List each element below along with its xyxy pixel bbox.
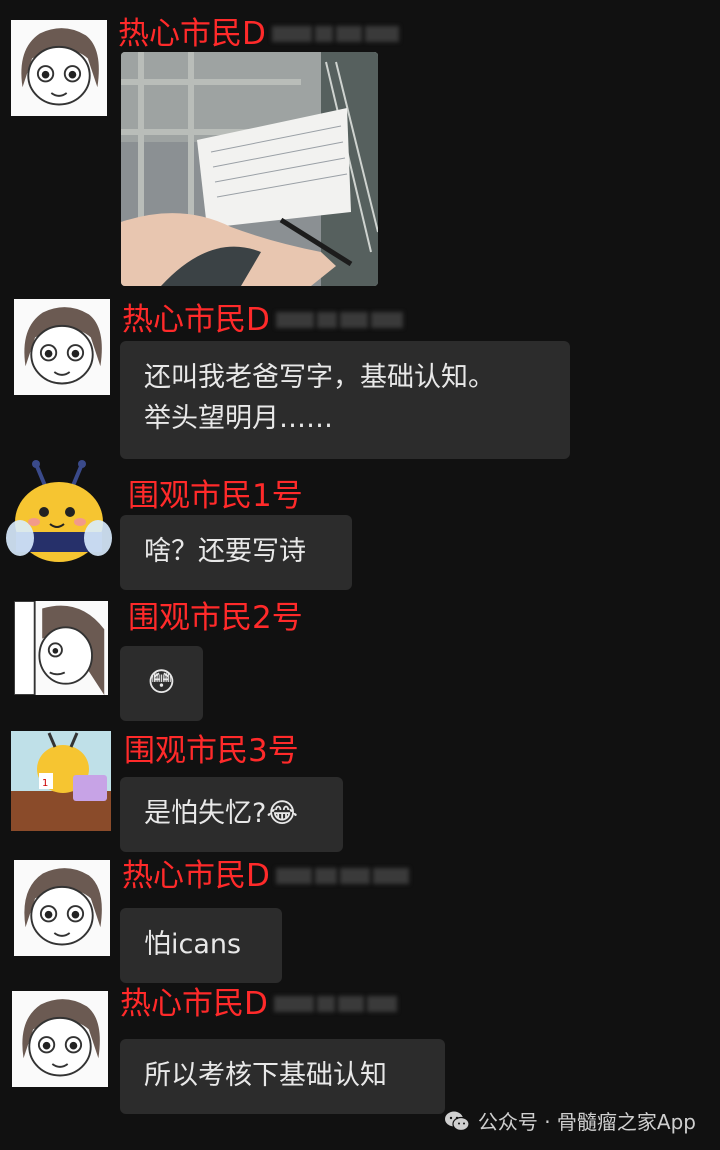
avatar[interactable] <box>6 458 112 566</box>
account-watermark: 公众号 · 骨髓瘤之家App <box>444 1106 696 1135</box>
photo-image <box>121 52 378 286</box>
bee-laptop-avatar-icon: 1 <box>11 731 111 831</box>
sender-name: 热心市民D <box>118 16 266 52</box>
sender-row: 热心市民D <box>122 856 412 896</box>
message-text: 是怕失忆? <box>144 798 267 829</box>
message-line: 还叫我老爸写字，基础认知。 <box>144 362 495 393</box>
blurred-remark <box>271 21 402 47</box>
blurred-remark <box>273 991 400 1017</box>
blurred-remark <box>275 863 412 889</box>
sender-name: 热心市民D <box>122 302 270 338</box>
cartoon-girl-avatar-icon <box>11 20 107 116</box>
laughing-tears-emoji-icon: 😂 <box>266 798 298 829</box>
message-text: 所以考核下基础认知 <box>144 1060 387 1091</box>
cartoon-girl-avatar-icon <box>12 991 108 1087</box>
sender-row: 热心市民D <box>118 14 402 54</box>
message-bubble[interactable]: 是怕失忆?😂 <box>120 777 343 852</box>
sender-name: 热心市民D <box>122 858 270 894</box>
sender-name: 围观市民3号 <box>124 733 299 769</box>
message-bubble[interactable]: 还叫我老爸写字，基础认知。 举头望明月…… <box>120 341 570 459</box>
sender-row: 围观市民3号 <box>124 731 299 771</box>
cartoon-girl-avatar-icon <box>14 860 110 956</box>
watermark-text: 公众号 · 骨髓瘤之家App <box>477 1110 696 1134</box>
avatar[interactable] <box>14 601 108 695</box>
avatar[interactable] <box>14 860 110 956</box>
avatar[interactable] <box>11 20 107 116</box>
message-bubble[interactable]: 😳 <box>120 646 203 721</box>
avatar[interactable] <box>14 299 110 395</box>
sender-name: 围观市民2号 <box>128 600 303 636</box>
cartoon-girl-peek-avatar-icon <box>14 601 108 695</box>
message-bubble[interactable]: 啥？还要写诗 <box>120 515 352 590</box>
sender-row: 围观市民1号 <box>128 476 303 516</box>
message-line: 举头望明月…… <box>144 403 333 434</box>
bee-avatar-icon <box>6 460 112 562</box>
sender-row: 围观市民2号 <box>128 598 303 638</box>
avatar[interactable] <box>12 991 108 1087</box>
cartoon-girl-avatar-icon <box>14 299 110 395</box>
svg-text:1: 1 <box>42 778 48 789</box>
chat-photo[interactable] <box>121 52 378 286</box>
message-text: 怕icans <box>144 929 242 960</box>
sender-name: 热心市民D <box>120 986 268 1022</box>
message-bubble[interactable]: 所以考核下基础认知 <box>120 1039 445 1114</box>
sender-name: 围观市民1号 <box>128 478 303 514</box>
flushed-emoji-icon: 😳 <box>147 667 176 698</box>
message-text: 啥？还要写诗 <box>144 536 306 567</box>
message-bubble[interactable]: 怕icans <box>120 908 282 983</box>
avatar[interactable]: 1 <box>11 731 111 831</box>
wechat-icon <box>444 1111 470 1131</box>
sender-row: 热心市民D <box>122 300 406 340</box>
sender-row: 热心市民D <box>120 984 400 1024</box>
blurred-remark <box>275 307 406 333</box>
